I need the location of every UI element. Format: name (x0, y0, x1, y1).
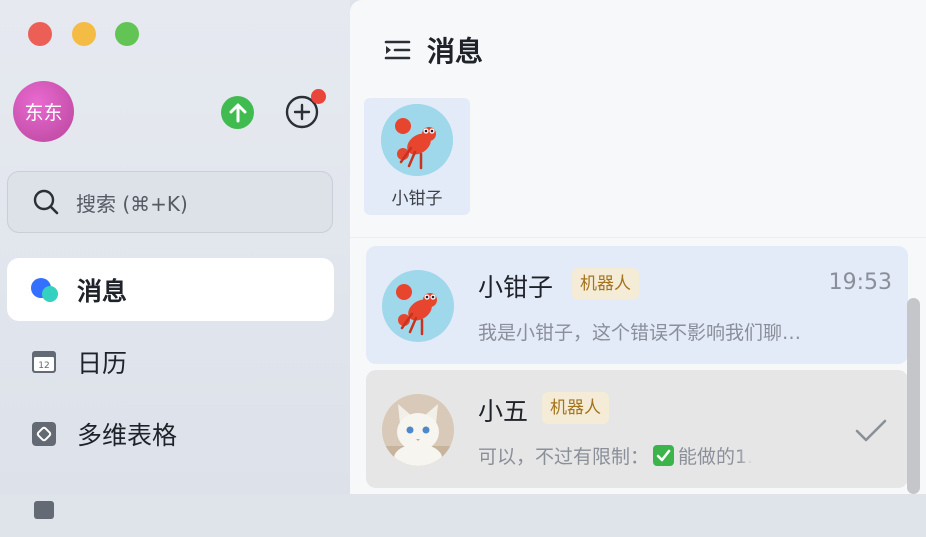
lobster-avatar (381, 104, 453, 176)
calendar-icon: 12 (29, 347, 59, 377)
search-icon (32, 187, 62, 217)
avatar-text: 东东 (24, 102, 63, 124)
panel-header: 消息 (383, 30, 483, 70)
sidebar-item-base[interactable]: 多维表格 (7, 402, 334, 465)
sidebar-item-label: 多维表格 (77, 420, 178, 450)
divider (350, 237, 926, 238)
collapse-sidebar-icon[interactable] (383, 38, 411, 62)
calendar-day-text: 12 (38, 361, 49, 371)
pinned-chat[interactable]: 小钳子 (364, 98, 470, 215)
search-label: 搜索 (⌘+K) (76, 191, 188, 216)
sidebar-item-messages[interactable]: 消息 (7, 258, 334, 321)
chat-preview: 我是小钳子，这个错误不影响我们聊… (478, 322, 802, 344)
check-mark-emoji-icon (653, 445, 675, 466)
upload-button[interactable] (221, 96, 254, 129)
sidebar: 东东 搜索 (⌘+K) 消息 12 日历 多维表格 (0, 0, 350, 519)
chat-item[interactable]: 小五 机器人 可以，不过有限制： 能做的1. (366, 370, 908, 488)
white-cat-avatar (382, 394, 454, 466)
chat-name: 小五 (478, 397, 529, 426)
lobster-avatar (382, 270, 454, 342)
chat-name: 小钳子 (478, 273, 554, 302)
close-window-button[interactable] (28, 22, 52, 46)
page-title: 消息 (427, 35, 484, 68)
sidebar-item-calendar[interactable]: 12 日历 (7, 330, 334, 393)
sidebar-item-label: 消息 (77, 276, 128, 306)
chat-time: 19:53 (828, 270, 892, 295)
bot-tag: 机器人 (572, 268, 639, 300)
zoom-window-button[interactable] (115, 22, 139, 46)
avatar[interactable]: 东东 (13, 81, 74, 142)
chat-preview-prefix: 可以，不过有限制： (478, 446, 650, 468)
sidebar-item-label: 日历 (77, 348, 128, 378)
chat-preview-suffix: 能做的1. (678, 446, 754, 468)
search-bar[interactable]: 搜索 (⌘+K) (7, 171, 333, 233)
chat-preview: 可以，不过有限制： 能做的1. (478, 442, 818, 469)
notification-dot (311, 89, 326, 104)
sidebar-item-next[interactable] (7, 474, 334, 537)
message-panel: 消息 小钳子 小钳子 机器人 19:53 我是小钳子，这个错误不影响我们聊… 小… (350, 0, 926, 494)
chat-item[interactable]: 小钳子 机器人 19:53 我是小钳子，这个错误不影响我们聊… (366, 246, 908, 364)
minimize-window-button[interactable] (72, 22, 96, 46)
arrow-up-icon (229, 103, 246, 122)
done-checkmark-icon[interactable] (854, 418, 888, 448)
base-table-icon (29, 419, 59, 449)
pinned-chat-name: 小钳子 (391, 189, 443, 209)
scrollbar[interactable] (907, 298, 920, 494)
document-icon (29, 491, 59, 521)
chat-bubbles-icon (29, 275, 59, 305)
bot-tag: 机器人 (542, 392, 609, 424)
